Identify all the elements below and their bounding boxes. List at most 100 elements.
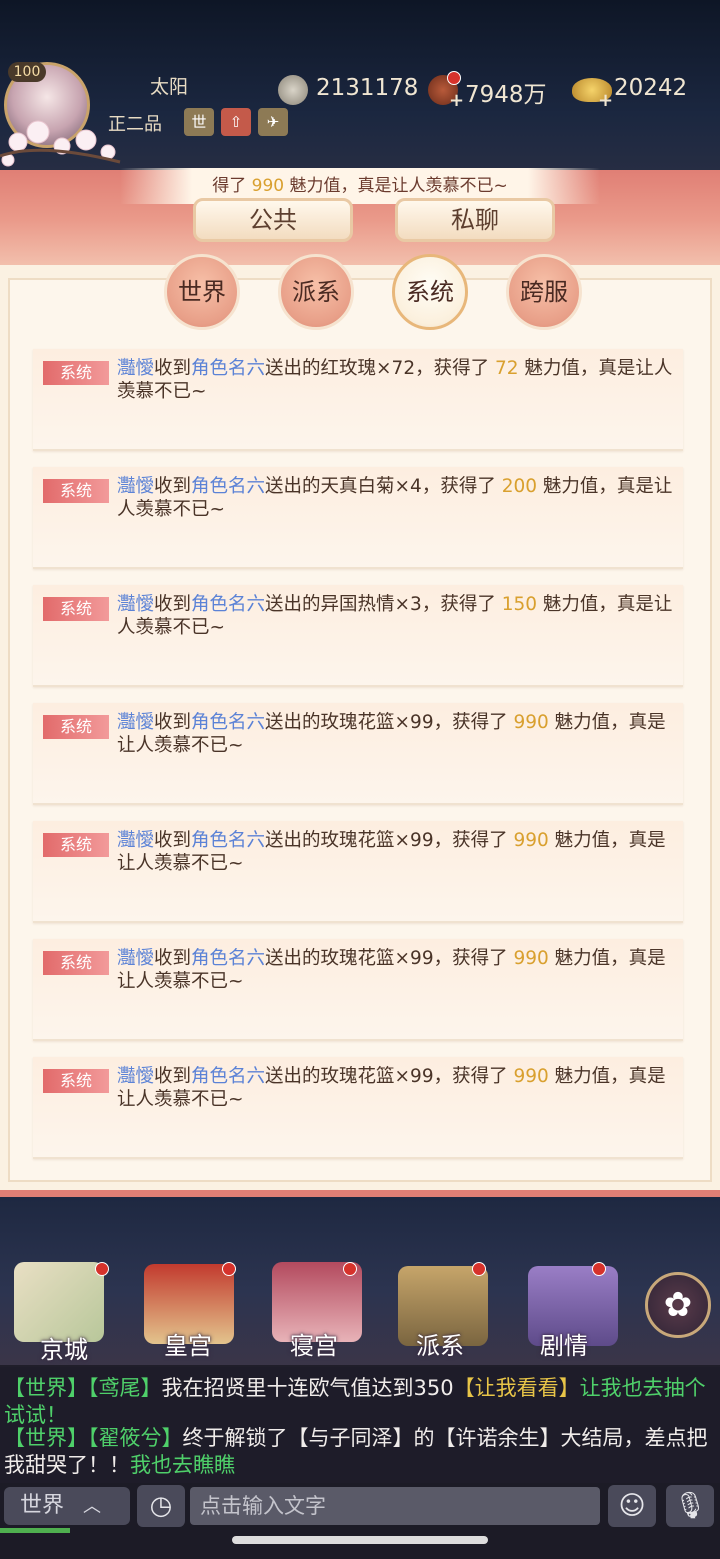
upgrade-arrow-button[interactable]: ⇧ (221, 108, 251, 136)
emoji-icon[interactable]: ☺ (608, 1485, 656, 1527)
list-item: 系统 灩懓收到角色名六送出的玫瑰花篮×99，获得了 990 魅力值，真是让人羡慕… (33, 703, 683, 805)
charm-value: 200 (501, 476, 538, 497)
list-item: 系统 灩懓收到角色名六送出的红玫瑰×72，获得了 72 魅力值，真是让人羡慕不已… (33, 349, 683, 451)
panel-bottom-border (0, 1190, 720, 1197)
world-chat-line: 【世界】【鸢尾】我在招贤里十连欧气值达到350【让我看看】让我也去抽个试试！ (4, 1375, 716, 1429)
message-text: 灩懓收到角色名六送出的玫瑰花篮×99，获得了 990 魅力值，真是让人羡慕不已~ (117, 947, 673, 993)
list-item: 系统 灩懓收到角色名六送出的异国热情×3，获得了 150 魅力值，真是让人羡慕不… (33, 585, 683, 687)
ticker-suffix: 魅力值，真是让人羡慕不已~ (284, 176, 508, 196)
gold-plus-icon[interactable]: + (598, 90, 613, 111)
tab-world[interactable]: 世界 (164, 254, 240, 330)
list-item: 系统 灩懓收到角色名六送出的天真白菊×4，获得了 200 魅力值，真是让人羡慕不… (33, 467, 683, 569)
gifter-name[interactable]: 角色名六 (191, 1066, 265, 1087)
sender-name[interactable]: 灩懓 (117, 830, 154, 851)
chat-channel-tag: 【世界】 (4, 1376, 88, 1400)
gift-text: 送出的玫瑰花篮×99，获得了 (265, 1066, 514, 1087)
chat-text-input[interactable] (190, 1487, 600, 1525)
sender-name[interactable]: 灩懓 (117, 594, 154, 615)
copper-plus-icon[interactable]: + (449, 90, 464, 111)
system-tag: 系统 (43, 951, 109, 975)
message-verb: 收到 (154, 948, 192, 969)
gifter-name[interactable]: 角色名六 (191, 476, 265, 497)
world-tag-button[interactable]: 世 (184, 108, 214, 136)
message-verb: 收到 (154, 1066, 192, 1087)
gifter-name[interactable]: 角色名六 (191, 830, 265, 851)
system-tag: 系统 (43, 597, 109, 621)
story-red-dot (592, 1262, 606, 1276)
nav-story-label[interactable]: 剧情 (504, 1326, 624, 1361)
message-verb: 收到 (154, 830, 192, 851)
bedchamber-red-dot (343, 1262, 357, 1276)
gift-text: 送出的玫瑰花篮×99，获得了 (265, 830, 514, 851)
charm-value: 72 (494, 358, 519, 379)
charm-value: 990 (513, 712, 549, 733)
gifter-name[interactable]: 角色名六 (191, 358, 265, 379)
system-tag: 系统 (43, 715, 109, 739)
sender-name[interactable]: 灩懓 (117, 358, 154, 379)
sender-name[interactable]: 灩懓 (117, 476, 154, 497)
chevron-up-icon: ︿ (83, 1496, 102, 1517)
nav-capital-label[interactable]: 京城 (4, 1330, 124, 1365)
list-item: 系统 灩懓收到角色名六送出的玫瑰花篮×99，获得了 990 魅力值，真是让人羡慕… (33, 939, 683, 1041)
tab-faction[interactable]: 派系 (278, 254, 354, 330)
copper-coin-value: 7948万 (465, 82, 547, 108)
history-clock-icon[interactable]: ◷ (137, 1485, 185, 1527)
gift-text: 送出的异国热情×3，获得了 (265, 594, 502, 615)
message-verb: 收到 (154, 594, 192, 615)
message-verb: 收到 (154, 358, 192, 379)
chat-user-name[interactable]: 【翟筱兮】 (88, 1426, 183, 1450)
system-tag: 系统 (43, 361, 109, 385)
silver-coin-value: 2131178 (316, 75, 419, 101)
gold-ingot-value: 20242 (614, 75, 688, 101)
home-indicator[interactable] (232, 1536, 488, 1544)
list-item: 系统 灩懓收到角色名六送出的玫瑰花篮×99，获得了 990 魅力值，真是让人羡慕… (33, 821, 683, 923)
charm-value: 990 (513, 1066, 549, 1087)
message-text: 灩懓收到角色名六送出的玫瑰花篮×99，获得了 990 魅力值，真是让人羡慕不已~ (117, 829, 673, 875)
system-tag: 系统 (43, 833, 109, 857)
gift-text: 送出的玫瑰花篮×99，获得了 (265, 712, 514, 733)
gifter-name[interactable]: 角色名六 (191, 948, 265, 969)
channel-select-label: 世界 (20, 1493, 65, 1518)
sender-name[interactable]: 灩懓 (117, 948, 154, 969)
sender-name[interactable]: 灩懓 (117, 712, 154, 733)
microphone-icon[interactable]: 🎙 (666, 1485, 714, 1527)
sakura-menu-button[interactable]: ✿ (645, 1272, 711, 1338)
nav-bedchamber-label[interactable]: 寝宫 (254, 1326, 374, 1361)
ticker-prefix: 得了 (212, 176, 252, 196)
system-tag: 系统 (43, 479, 109, 503)
player-name: 太阳 (150, 76, 189, 98)
gift-text: 送出的红玫瑰×72，获得了 (265, 358, 495, 379)
system-tag: 系统 (43, 1069, 109, 1093)
charm-value: 990 (513, 948, 549, 969)
chat-link[interactable]: 我也去瞧瞧 (130, 1453, 235, 1477)
silver-coin-icon (278, 75, 308, 105)
message-verb: 收到 (154, 712, 192, 733)
gifter-name[interactable]: 角色名六 (191, 712, 265, 733)
world-chat-feed: 【世界】【鸢尾】我在招贤里十连欧气值达到350【让我看看】让我也去抽个试试！ 【… (0, 1365, 720, 1483)
chat-channel-tag: 【世界】 (4, 1426, 88, 1450)
player-level-badge: 100 (8, 62, 46, 82)
nav-palace-label[interactable]: 皇宫 (128, 1326, 248, 1361)
tab-cross-server[interactable]: 跨服 (506, 254, 582, 330)
chat-user-name[interactable]: 【鸢尾】 (88, 1376, 162, 1400)
charm-value: 150 (501, 594, 538, 615)
loading-progress-strip (0, 1528, 70, 1533)
sender-name[interactable]: 灩懓 (117, 1066, 154, 1087)
map-red-dot (95, 1262, 109, 1276)
gift-text: 送出的玫瑰花篮×99，获得了 (265, 948, 514, 969)
chat-link[interactable]: 【让我看看】 (454, 1376, 580, 1400)
tab-system[interactable]: 系统 (392, 254, 468, 330)
faction-red-dot (472, 1262, 486, 1276)
plane-button[interactable]: ✈ (258, 108, 288, 136)
copper-red-dot (447, 71, 461, 85)
message-text: 灩懓收到角色名六送出的玫瑰花篮×99，获得了 990 魅力值，真是让人羡慕不已~ (117, 1065, 673, 1111)
gift-text: 送出的天真白菊×4，获得了 (265, 476, 502, 497)
gifter-name[interactable]: 角色名六 (191, 594, 265, 615)
nav-faction-label[interactable]: 派系 (380, 1326, 500, 1361)
message-text: 灩懓收到角色名六送出的红玫瑰×72，获得了 72 魅力值，真是让人羡慕不已~ (117, 357, 673, 403)
charm-value: 990 (513, 830, 549, 851)
tab-public[interactable]: 公共 (193, 198, 353, 242)
tab-private[interactable]: 私聊 (395, 198, 555, 242)
channel-select-button[interactable]: 世界 ︿ (4, 1487, 130, 1525)
message-text: 灩懓收到角色名六送出的玫瑰花篮×99，获得了 990 魅力值，真是让人羡慕不已~ (117, 711, 673, 757)
